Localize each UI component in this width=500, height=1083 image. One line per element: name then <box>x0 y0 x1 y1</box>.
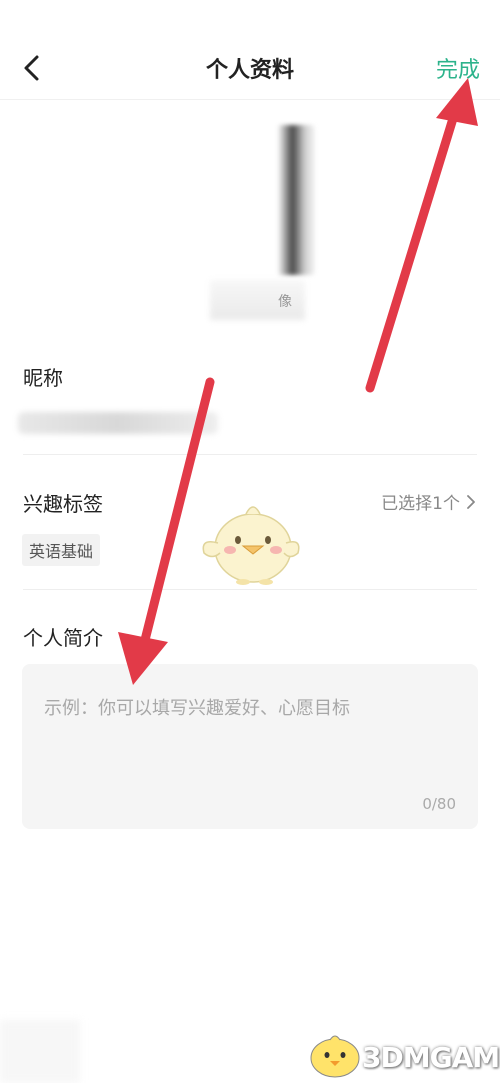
watermark-logo-icon <box>310 1035 360 1078</box>
interests-selector[interactable]: 已选择1个 <box>381 489 476 514</box>
avatar[interactable]: 像 <box>170 105 330 325</box>
interests-selected-count: 已选择1个 <box>381 494 460 514</box>
bio-placeholder: 示例：你可以填写兴趣爱好、心愿目标 <box>44 698 350 719</box>
interests-label: 兴趣标签 <box>23 492 103 516</box>
interest-tag: 英语基础 <box>22 534 101 566</box>
bio-textarea[interactable]: 示例：你可以填写兴趣爱好、心愿目标 0/80 <box>22 664 478 829</box>
nickname-field[interactable] <box>18 412 218 434</box>
bio-label: 个人简介 <box>23 626 103 650</box>
nav-header: 个人资料 完成 <box>0 0 500 100</box>
watermark-text: 3DMGAME <box>362 1041 500 1074</box>
done-button[interactable]: 完成 <box>436 52 480 84</box>
mascot-watermark-icon <box>202 506 300 585</box>
chevron-right-icon <box>467 494 475 509</box>
blurred-region <box>0 1020 80 1083</box>
bio-char-counter: 0/80 <box>422 795 456 813</box>
nickname-label: 昵称 <box>23 366 63 390</box>
divider <box>23 589 477 590</box>
avatar-caption: 像 <box>278 294 292 310</box>
page-title: 个人资料 <box>205 58 294 83</box>
divider <box>23 454 477 455</box>
avatar-image <box>190 125 315 275</box>
